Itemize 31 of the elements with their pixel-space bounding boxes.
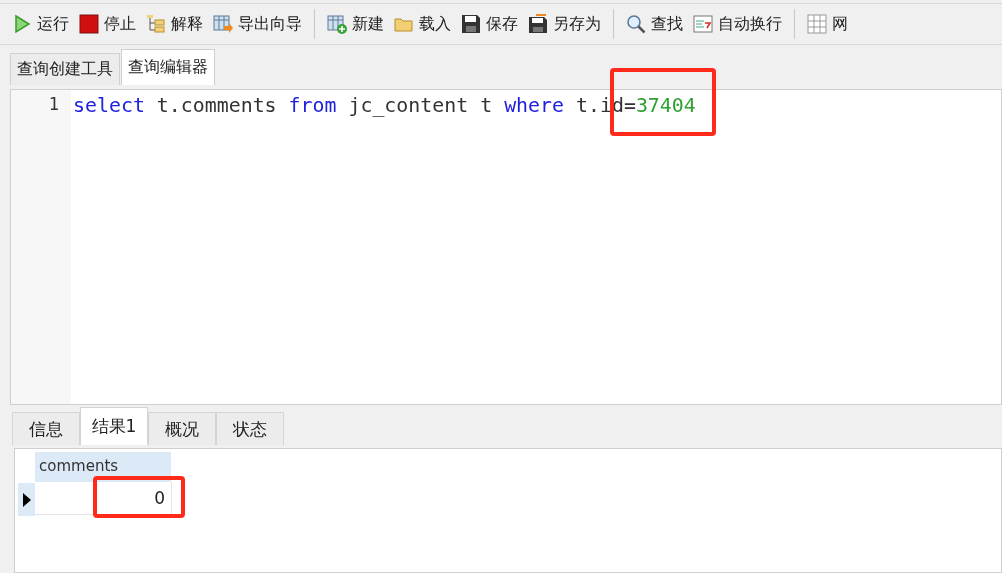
- table-export-icon: [213, 14, 233, 34]
- result-tab[interactable]: 信息: [12, 412, 80, 445]
- result-tab[interactable]: 结果1: [80, 407, 148, 445]
- toolbar-button[interactable]: 另存为: [528, 13, 601, 35]
- toolbar-button[interactable]: 新建: [327, 13, 384, 35]
- tree-icon: [146, 14, 166, 34]
- cell-value: 0: [154, 488, 165, 508]
- editor-tab[interactable]: 查询编辑器: [121, 49, 215, 85]
- toolbar-button[interactable]: 载入: [394, 13, 451, 35]
- toolbar-button[interactable]: 查找: [626, 13, 683, 35]
- text-wrap-icon: [693, 14, 713, 34]
- save-icon: [461, 14, 481, 34]
- stop-icon: [79, 14, 99, 34]
- toolbar-button[interactable]: 网: [807, 13, 848, 35]
- grid-icon: [807, 14, 827, 34]
- table-add-icon: [327, 14, 347, 34]
- toolbar-button[interactable]: 保存: [461, 13, 518, 35]
- line-number: 1: [48, 94, 59, 114]
- code-line: select t.comments from jc_content t where t.i d=37404: [73, 94, 696, 117]
- play-icon: [12, 14, 32, 34]
- toolbar-button[interactable]: 导出向导: [213, 13, 302, 35]
- toolbar-button[interactable]: 自动换行: [693, 13, 782, 35]
- editor-tab[interactable]: 查询创建工具: [10, 53, 120, 85]
- result-tab[interactable]: 概况: [148, 412, 216, 445]
- column-header[interactable]: comments: [35, 452, 172, 482]
- search-icon: [626, 14, 646, 34]
- result-tab[interactable]: 状态: [216, 412, 284, 445]
- toolbar-button[interactable]: 停止: [79, 13, 136, 35]
- toolbar-button[interactable]: 解释: [146, 13, 203, 35]
- toolbar-button[interactable]: 运行: [12, 13, 69, 35]
- save-as-icon: [528, 14, 548, 34]
